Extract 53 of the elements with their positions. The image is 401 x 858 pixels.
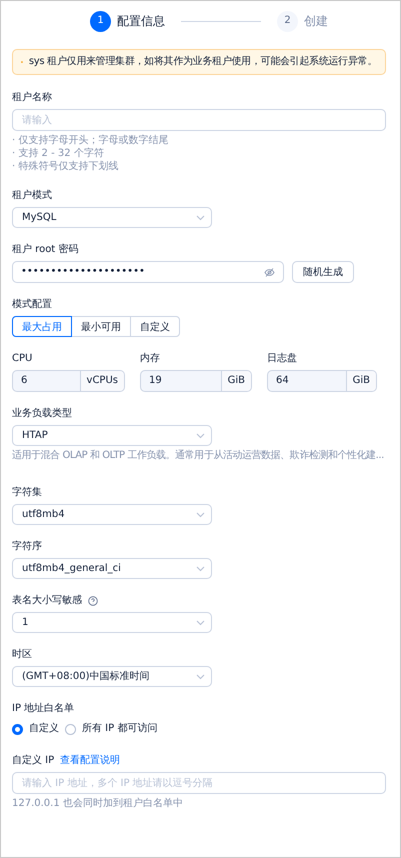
unit-label: vCPUs (80, 371, 124, 391)
field-label: IP 地址白名单 (12, 703, 74, 715)
field-label: 字符集 (12, 487, 42, 499)
chevron-down-icon (196, 432, 205, 438)
step-number: 1 (90, 10, 111, 32)
resource-field[interactable]: 19 GiB (140, 370, 252, 392)
field-label: 模式配置 (12, 299, 52, 311)
select-field[interactable]: utf8mb4 (12, 504, 212, 525)
field-label: 租户模式 (12, 190, 52, 202)
hint-text: · 支持 2 - 32 个字符 (12, 147, 104, 160)
warning-text: sys 租户仅用来管理集群，如将其作为业务租户使用，可能会引起系统运行异常。 (28, 56, 377, 68)
mode-option[interactable]: 最小可用 (71, 316, 131, 337)
chevron-down-icon (196, 620, 205, 626)
text-input-field[interactable]: 请输入 IP 地址，多个 IP 地址请以逗号分隔 (12, 772, 386, 794)
field-label: 业务负载类型 (12, 408, 72, 420)
field-label: 自定义 IP (12, 755, 54, 767)
chevron-down-icon (196, 512, 205, 518)
radio-option[interactable]: 所有 IP 都可访问 (65, 723, 158, 735)
radio-option[interactable]: 自定义 (12, 723, 59, 735)
field-label: CPU (12, 353, 32, 365)
step-label: 配置信息 (117, 15, 165, 27)
unit-label: GiB (346, 371, 376, 391)
select-field[interactable]: MySQL (12, 207, 212, 228)
select-field[interactable]: (GMT+08:00)中国标准时间 (12, 666, 212, 687)
field-label: 租户名称 (12, 92, 52, 104)
field-label: 内存 (140, 353, 160, 365)
field-label: 表名大小写敏感 (12, 595, 82, 607)
mode-option[interactable]: 自定义 (130, 316, 180, 337)
config-guide-link[interactable]: 查看配置说明 (60, 755, 120, 767)
chevron-down-icon (196, 214, 205, 220)
hint-text: 127.0.0.1 也会同时加到租户白名单中 (12, 797, 183, 810)
generate-button[interactable]: 随机生成 (292, 261, 354, 283)
step-number: 2 (277, 10, 298, 32)
field-label: 日志盘 (267, 353, 297, 365)
unit-label: GiB (220, 371, 251, 391)
mode-option[interactable]: 最大占用 (12, 316, 72, 337)
step-label: 创建 (304, 15, 328, 27)
eye-slash-icon[interactable] (264, 268, 275, 276)
description-text: 适用于混合 OLAP 和 OLTP 工作负载。通常用于从活动运营数据、欺诈检测和个性化建... (12, 449, 384, 462)
resource-field[interactable]: 64 GiB (267, 370, 377, 392)
field-label: 时区 (12, 649, 32, 661)
select-field[interactable]: 1 (12, 612, 212, 633)
chevron-down-icon (196, 674, 205, 680)
hint-text: · 特殊符号仅支持下划线 (12, 160, 118, 173)
password-field[interactable]: ••••••••••••••••••••• (12, 261, 284, 283)
field-label: 字符序 (12, 541, 42, 553)
hint-text: · 仅支持字母开头；字母或数字结尾 (12, 134, 168, 147)
field-label: 租户 root 密码 (12, 244, 78, 256)
text-input-field[interactable]: 请输入 (12, 109, 386, 131)
chevron-down-icon (196, 566, 205, 572)
select-field[interactable]: HTAP (12, 425, 212, 446)
select-field[interactable]: utf8mb4_general_ci (12, 558, 212, 579)
resource-field[interactable]: 6 vCPUs (12, 370, 125, 392)
